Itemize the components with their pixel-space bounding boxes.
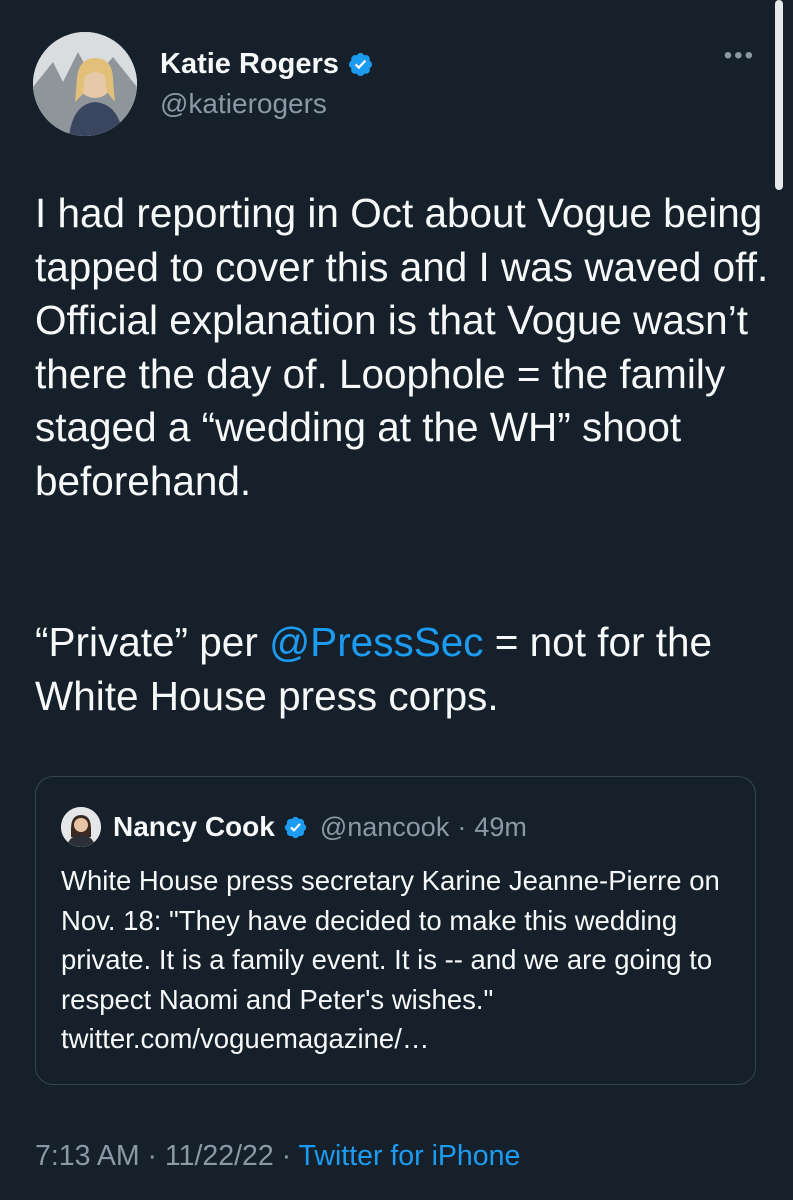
quoted-tweet-header: Nancy Cook @nancook · 49m <box>61 807 527 847</box>
tweet-date[interactable]: 11/22/22 <box>165 1140 274 1172</box>
tweet-text-paragraph-2: “Private” per @PressSec = not for the Wh… <box>35 616 775 723</box>
verified-badge-icon <box>347 51 374 78</box>
tweet-footer: 7:13 AM · 11/22/22 · Twitter for iPhone <box>35 1136 520 1176</box>
scrollbar[interactable] <box>775 0 783 190</box>
quoted-timestamp: 49m <box>474 811 527 842</box>
tweet-detail-page: Katie Rogers @katierogers ••• I had repo… <box>0 0 793 1200</box>
quoted-author-avatar-image <box>61 807 101 847</box>
author-display-name[interactable]: Katie Rogers <box>160 46 339 82</box>
quoted-author-handle: @nancook <box>319 811 450 842</box>
tweet-time[interactable]: 7:13 AM <box>35 1140 140 1172</box>
author-avatar-image <box>33 32 137 136</box>
tweet-text-before-mention: “Private” per <box>35 619 270 665</box>
quoted-verified-badge-icon <box>283 815 308 840</box>
quoted-separator: · <box>457 811 467 842</box>
author-handle[interactable]: @katierogers <box>160 87 327 121</box>
quoted-tweet-card[interactable]: Nancy Cook @nancook · 49m White House pr… <box>35 776 756 1085</box>
tweet-source-link[interactable]: Twitter for iPhone <box>299 1140 521 1172</box>
footer-separator-2: · <box>273 1140 299 1172</box>
author-avatar[interactable] <box>33 32 137 136</box>
tweet-header: Katie Rogers @katierogers ••• <box>33 32 763 136</box>
more-horizontal-icon[interactable]: ••• <box>724 44 755 68</box>
quoted-tweet-text: White House press secretary Karine Jeann… <box>61 865 720 1054</box>
author-name-row[interactable]: Katie Rogers <box>160 46 374 82</box>
quoted-author-avatar <box>61 807 101 847</box>
mention-link[interactable]: @PressSec <box>269 619 483 665</box>
footer-separator-1: · <box>139 1140 165 1172</box>
tweet-text-paragraph-1: I had reporting in Oct about Vogue being… <box>35 190 769 504</box>
quoted-author-display-name: Nancy Cook <box>113 811 275 842</box>
